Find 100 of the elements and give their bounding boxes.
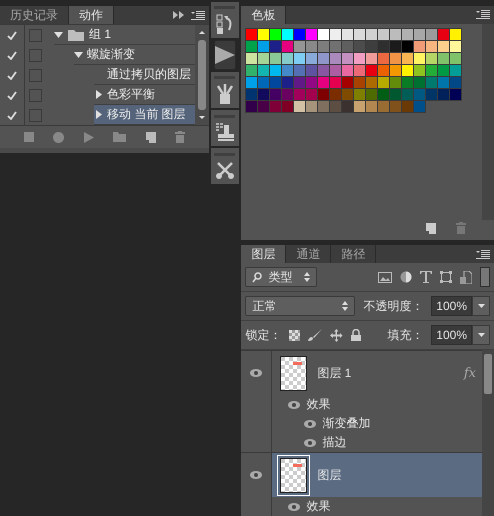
menu-icon[interactable] [476,10,490,20]
checkmark-icon[interactable] [7,30,17,40]
grip-icon[interactable] [214,115,236,118]
effect-name[interactable]: 渐变叠加 [322,415,370,432]
checkmark-icon[interactable] [7,110,17,120]
checkmark-icon[interactable] [7,70,17,80]
color-swatch[interactable] [449,40,462,53]
action-label[interactable]: 通过拷贝的图层 [107,66,195,83]
opacity-field[interactable]: 100% [431,296,472,316]
scrollbar[interactable] [195,25,209,125]
panel-tab[interactable]: 动作 [69,6,114,24]
visibility-eye-icon[interactable] [304,420,316,428]
fill-dropdown-button[interactable] [472,325,490,345]
fill-field[interactable]: 100% [431,325,472,345]
panel-tab[interactable]: 色板 [241,6,286,24]
grip-icon[interactable] [214,6,236,9]
visibility-eye-icon[interactable] [304,438,316,446]
brush-icon[interactable] [308,329,322,341]
color-swatch[interactable] [305,28,318,41]
expanded-triangle-icon[interactable] [54,30,63,39]
color-swatch[interactable] [413,100,426,113]
lock-transparency-icon[interactable] [289,330,300,340]
expand-icon[interactable] [173,11,185,19]
scrollbar[interactable] [482,350,494,516]
new-swatch-icon[interactable] [426,222,436,234]
lock-icon[interactable] [351,329,362,341]
color-swatch[interactable] [449,52,462,65]
menu-icon[interactable] [191,10,205,20]
type-filter-icon[interactable] [420,271,432,283]
visibility-eye-icon[interactable] [250,369,262,377]
image-filter-icon[interactable] [378,272,392,282]
color-swatch[interactable] [341,28,354,41]
effect-name[interactable]: 效果 [306,498,330,515]
color-swatch[interactable] [317,28,330,41]
tools-icon[interactable] [216,161,234,179]
color-swatch[interactable] [353,28,366,41]
action-label[interactable]: 色彩平衡 [107,86,159,103]
selected-layer-row[interactable]: 图层 [272,453,482,497]
color-swatch[interactable] [269,28,282,41]
history-icon[interactable] [216,14,234,34]
blend-mode-dropdown[interactable]: 正常 [245,296,356,316]
move-icon[interactable] [330,328,344,342]
color-swatch[interactable] [425,28,438,41]
color-swatch[interactable] [329,28,342,41]
panel-button[interactable] [214,40,236,70]
lock-label: 锁定： [245,326,282,344]
dialog-toggle[interactable] [29,28,42,42]
panel-tab[interactable]: 图层 [241,245,286,263]
effects-badge[interactable]: fx [464,366,476,380]
dialog-toggle[interactable] [29,48,42,62]
filter-toggle[interactable] [480,267,490,287]
grip-icon[interactable] [214,76,236,79]
panel-button[interactable] [211,2,240,38]
filter-dropdown[interactable]: 类型 [245,267,318,287]
checkmark-icon[interactable] [7,50,17,60]
color-swatch[interactable] [437,28,450,41]
stamp-icon[interactable] [216,123,234,141]
visibility-eye-icon[interactable] [288,400,300,408]
play-icon[interactable] [215,46,236,64]
checkmark-icon[interactable] [7,90,17,100]
visibility-eye-icon[interactable] [250,471,262,479]
color-swatch[interactable] [449,64,462,77]
menu-icon[interactable] [476,250,490,258]
collapsed-triangle-icon[interactable] [94,90,103,99]
dialog-toggle[interactable] [29,88,42,102]
visibility-eye-icon[interactable] [288,502,300,510]
spinner-arrows-icon [304,272,310,282]
smart-object-filter-icon[interactable] [460,270,472,284]
collapsed-triangle-icon[interactable] [94,110,103,119]
color-swatch[interactable] [449,88,462,101]
color-swatch[interactable] [401,28,414,41]
effect-name[interactable]: 效果 [306,396,330,413]
panel-button[interactable] [211,72,240,108]
shape-filter-icon[interactable] [440,271,452,283]
color-swatch[interactable] [377,28,390,41]
dialog-toggle[interactable] [29,108,42,122]
color-swatch[interactable] [245,28,258,41]
panel-button[interactable] [211,110,240,146]
opacity-dropdown-button[interactable] [472,296,490,316]
expanded-triangle-icon[interactable] [74,50,83,59]
color-swatch[interactable] [413,28,426,41]
color-swatch[interactable] [257,28,270,41]
color-swatch[interactable] [449,76,462,89]
color-swatch[interactable] [365,28,378,41]
action-label[interactable]: 螺旋渐变 [87,46,139,63]
brushes-icon[interactable] [216,84,234,104]
layer-row[interactable]: 图层 1 fx [272,351,482,395]
effect-name[interactable]: 描边 [322,434,346,451]
dialog-toggle[interactable] [29,68,42,82]
layer-name[interactable]: 图层 [317,466,342,484]
layer-name[interactable]: 图层 1 [317,364,352,382]
adjustment-filter-icon[interactable] [400,271,412,283]
action-label[interactable]: 组 1 [89,26,116,43]
color-swatch[interactable] [281,28,294,41]
color-swatch[interactable] [389,28,402,41]
panel-button[interactable] [211,148,240,184]
color-swatch[interactable] [293,28,306,41]
color-swatch[interactable] [449,28,462,41]
grip-icon[interactable] [214,153,236,156]
new-item-icon[interactable] [146,132,156,142]
